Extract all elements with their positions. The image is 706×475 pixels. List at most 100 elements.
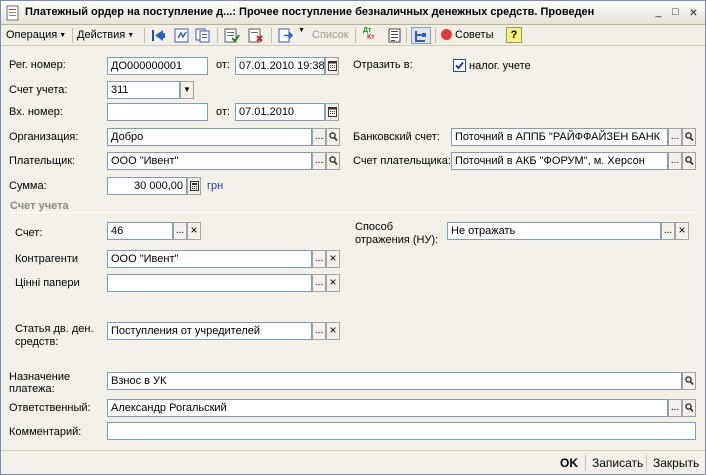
responsible-label: Ответственный: [9,402,91,414]
toolbar-separator [217,28,218,43]
reg-date-field[interactable]: 07.01.2010 19:38:22 [235,57,325,75]
cashflow-field[interactable]: Поступления от учредителей [107,322,312,340]
title-bar[interactable]: Платежный ордер на поступление д...: Про… [1,1,705,25]
help-button[interactable]: ? [506,27,522,43]
list-button[interactable]: Список [312,27,349,44]
tips-icon [441,29,452,40]
organization-field[interactable]: Добро [107,128,312,146]
contractors-field[interactable]: ООО "Ивент" [107,250,312,268]
based-on-icon[interactable]: ▼ [277,27,305,44]
unpost-document-icon[interactable] [247,27,265,44]
account-section-title: Счет учета [10,200,69,212]
clear-icon[interactable]: × [675,222,689,240]
tax-accounting-label: налог. учете [469,60,531,72]
comment-field[interactable] [107,422,696,440]
toolbar-separator [355,28,356,43]
select-ellipsis-button[interactable]: ... [312,128,326,146]
securities-label: Цінні папери [15,277,80,289]
bank-account-label: Банковский счет: [353,131,440,143]
bottom-button-bar: OK Записать Закрыть [1,450,705,474]
payer-field[interactable]: ООО "Ивент" [107,152,312,170]
save-button[interactable]: Записать [592,455,643,471]
account-label: Счет учета: [9,84,68,96]
in-number-label: Вх. номер: [9,106,63,118]
close-button[interactable]: Закрыть [653,455,699,471]
in-number-field[interactable] [107,103,208,121]
sum-field[interactable]: 30 000,00 [107,177,187,195]
toolbar-separator [271,28,272,43]
button-separator [585,454,586,471]
select-ellipsis-button[interactable]: ... [312,152,326,170]
tips-label: Советы [455,29,494,41]
calendar-icon[interactable] [325,103,339,121]
payer-account-field[interactable]: Поточний в АКБ "ФОРУМ", м. Херсон [451,152,668,170]
actions-menu[interactable]: Действия ▼ [77,27,134,44]
tips-button[interactable]: Советы [441,27,493,44]
cashflow-label-line1: Статья дв. ден. [15,323,94,335]
securities-field[interactable] [107,274,312,292]
payment-purpose-field[interactable]: Взнос в УК [107,372,682,390]
kt-label: Кт [367,34,375,41]
section-account-label: Счет: [15,227,43,239]
select-ellipsis-button[interactable]: ... [312,274,326,292]
cashflow-label-line2: средств: [15,336,59,348]
section-account-field[interactable]: 46 [107,222,173,240]
magnifier-icon[interactable] [682,128,696,146]
magnifier-icon[interactable] [682,372,696,390]
copy-document-icon[interactable] [194,27,212,44]
organization-label: Организация: [9,131,79,143]
chevron-down-icon: ▼ [298,27,305,34]
toolbar-separator [72,28,73,43]
sum-label: Сумма: [9,180,47,192]
comment-label: Комментарий: [9,426,82,438]
magnifier-icon[interactable] [682,399,696,417]
reflection-method-field[interactable]: Не отражать [447,222,661,240]
magnifier-icon[interactable] [326,152,340,170]
select-ellipsis-button[interactable]: ... [173,222,187,240]
toolbar-separator [406,28,407,43]
actions-menu-label: Действия [77,29,126,41]
responsible-field[interactable]: Александр Рогальский [107,399,668,417]
select-ellipsis-button[interactable]: ... [312,250,326,268]
edit-document-icon[interactable] [173,27,191,44]
toolbar-separator [435,28,436,43]
magnifier-icon[interactable] [682,152,696,170]
clear-icon[interactable]: × [187,222,201,240]
maximize-button[interactable]: □ [667,5,684,20]
select-ellipsis-button[interactable]: ... [661,222,675,240]
select-ellipsis-button[interactable]: ... [668,152,682,170]
window-title: Платежный ордер на поступление д...: Про… [25,6,595,18]
toolbar-separator [144,28,145,43]
calendar-icon[interactable] [325,57,339,75]
operation-menu-label: Операция [6,29,58,41]
payer-label: Плательщик: [9,155,76,167]
select-ellipsis-button[interactable]: ... [668,128,682,146]
in-date-label: от: [216,106,230,118]
calculator-icon[interactable] [187,177,201,195]
clear-icon[interactable]: × [326,250,340,268]
ok-button[interactable]: OK [560,455,578,471]
magnifier-icon[interactable] [326,128,340,146]
button-separator [646,454,647,471]
structure-subordination-icon[interactable] [411,27,431,44]
account-select[interactable]: 311 [107,81,180,99]
reg-number-field[interactable]: ДО000000001 [107,57,208,75]
select-ellipsis-button[interactable]: ... [312,322,326,340]
contractors-label: Контрагенти [15,253,79,265]
reg-number-label: Рег. номер: [9,59,66,71]
minimize-button[interactable]: _ [650,5,667,20]
close-window-button[interactable]: × [685,5,702,20]
dropdown-arrow-icon[interactable]: ▼ [180,81,194,99]
bank-account-field[interactable]: Поточний в АППБ "РАЙФФАЙЗЕН БАНК [451,128,668,146]
method-label-line2: отражения (НУ): [355,234,439,246]
dt-kt-movements-icon[interactable]: Дт Кт [361,27,379,44]
select-ellipsis-button[interactable]: ... [668,399,682,417]
tax-accounting-checkbox[interactable] [453,59,466,72]
print-form-icon[interactable] [386,27,404,44]
post-document-icon[interactable] [223,27,241,44]
clear-icon[interactable]: × [326,274,340,292]
clear-icon[interactable]: × [326,322,340,340]
back-arrow-icon[interactable] [150,27,168,44]
operation-menu[interactable]: Операция ▼ [6,27,66,44]
in-date-field[interactable]: 07.01.2010 [235,103,325,121]
